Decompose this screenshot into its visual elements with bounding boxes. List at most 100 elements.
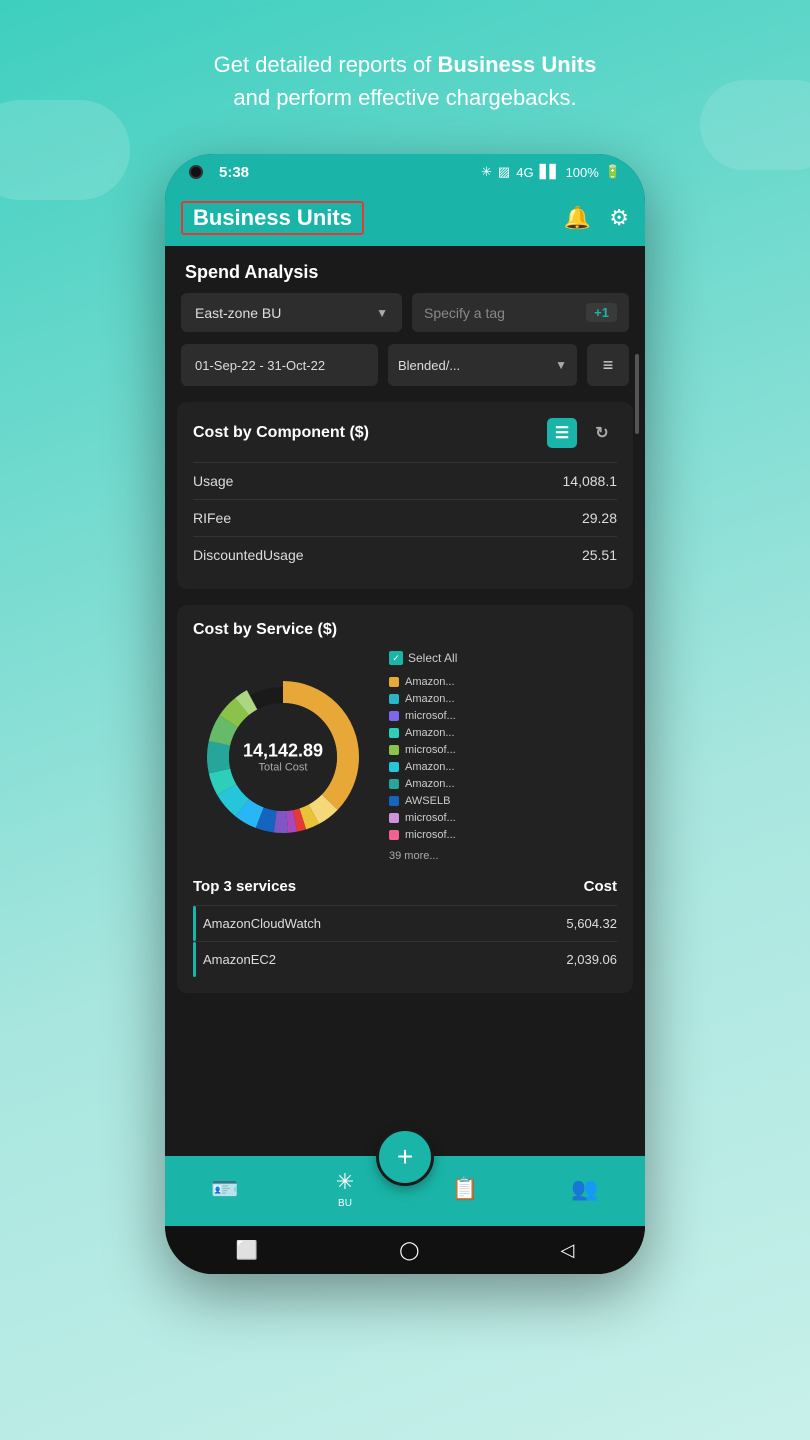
headline-line1: Get detailed reports of Business Units	[214, 52, 597, 77]
legend-color-4	[389, 728, 399, 738]
tag-selector[interactable]: Specify a tag +1	[412, 293, 629, 332]
top-services-title: Top 3 services	[193, 878, 296, 895]
status-bar: 5:38 ✳ ▨ 4G ▋▋ 100% 🔋	[165, 154, 645, 190]
service-cost-cloudwatch: 5,604.32	[566, 916, 617, 931]
bu-nav-icon: ✳	[336, 1169, 354, 1195]
chevron-down-icon: ▼	[376, 306, 388, 320]
card-actions: ☰ ↻	[547, 418, 617, 448]
android-back-button[interactable]: ◁	[561, 1240, 575, 1261]
content-area: Spend Analysis East-zone BU ▼ Specify a …	[165, 246, 645, 1156]
battery-icon: 🔋	[605, 164, 621, 180]
signal-icon: ▨	[498, 164, 510, 180]
filter-row-1: East-zone BU ▼ Specify a tag +1	[181, 293, 629, 332]
menu-button[interactable]: ≡	[587, 344, 629, 386]
donut-total-label: Total Cost	[243, 761, 323, 773]
filters-container: East-zone BU ▼ Specify a tag +1 01-Sep-2…	[165, 293, 645, 386]
signal-bars-icon: ▋▋	[540, 164, 560, 180]
service-name-cloudwatch: AmazonCloudWatch	[193, 916, 321, 931]
cost-label-usage: Usage	[193, 473, 233, 489]
legend-item-10: microsof...	[389, 829, 617, 841]
app-bar-title: Business Units	[181, 201, 364, 235]
network-icon: 4G	[516, 165, 533, 180]
cost-row-rifee: RIFee 29.28	[193, 499, 617, 536]
donut-center-text: 14,142.89 Total Cost	[243, 740, 323, 773]
cost-row-discounted: DiscountedUsage 25.51	[193, 536, 617, 573]
legend-item-5: microsof...	[389, 744, 617, 756]
legend-color-10	[389, 830, 399, 840]
reports-nav-icon: 📋	[451, 1176, 478, 1202]
service-bar-indicator	[193, 906, 196, 941]
headline-line2: and perform effective chargebacks.	[233, 85, 576, 110]
service-row-cloudwatch: AmazonCloudWatch 5,604.32	[193, 905, 617, 941]
bluetooth-icon: ✳	[481, 164, 492, 180]
settings-button[interactable]: ⚙	[609, 205, 629, 231]
legend-item-8: AWSELB	[389, 795, 617, 807]
service-cost-ec2: 2,039.06	[566, 952, 617, 967]
legend-color-8	[389, 796, 399, 806]
app-bar-actions: 🔔 ⚙	[564, 205, 629, 231]
more-legend-items: 39 more...	[389, 850, 617, 862]
top-services-cost-header: Cost	[584, 878, 617, 895]
phone-frame: 5:38 ✳ ▨ 4G ▋▋ 100% 🔋 Business Units 🔔 ⚙…	[165, 154, 645, 1274]
legend-color-2	[389, 694, 399, 704]
cost-row-usage: Usage 14,088.1	[193, 462, 617, 499]
donut-total-value: 14,142.89	[243, 740, 323, 761]
battery-text: 100%	[566, 165, 599, 180]
cloud-decoration-left	[0, 100, 130, 200]
legend-color-1	[389, 677, 399, 687]
users-nav-icon: 👥	[571, 1176, 598, 1202]
service-name-ec2: AmazonEC2	[193, 952, 276, 967]
legend-color-9	[389, 813, 399, 823]
legend-item-4: Amazon...	[389, 727, 617, 739]
nav-item-profile[interactable]: 🪪	[165, 1176, 285, 1202]
refresh-icon[interactable]: ↻	[587, 418, 617, 448]
cloud-decoration-right	[700, 80, 810, 170]
android-home-button[interactable]: ◯	[399, 1240, 419, 1261]
legend-item-9: microsof...	[389, 812, 617, 824]
legend-item-6: Amazon...	[389, 761, 617, 773]
chart-container: 14,142.89 Total Cost ✓ Select All Amazon…	[193, 651, 617, 862]
cost-value-discounted: 25.51	[582, 547, 617, 563]
scroll-indicator	[635, 354, 639, 434]
android-square-button[interactable]: ⬜	[236, 1240, 258, 1261]
service-row-ec2: AmazonEC2 2,039.06	[193, 941, 617, 977]
top-3-services: Top 3 services Cost AmazonCloudWatch 5,6…	[193, 878, 617, 977]
cost-by-component-card: Cost by Component ($) ☰ ↻ Usage 14,088.1…	[177, 402, 633, 589]
cost-by-service-card: Cost by Service ($)	[177, 605, 633, 993]
app-bar: Business Units 🔔 ⚙	[165, 190, 645, 246]
bottom-navigation: 🪪 ✳ BU + 📋 👥	[165, 1156, 645, 1226]
filter-row-2: 01-Sep-22 - 31-Oct-22 Blended/... ▼ ≡	[181, 344, 629, 386]
legend-color-3	[389, 711, 399, 721]
legend-item-7: Amazon...	[389, 778, 617, 790]
cost-value-rifee: 29.28	[582, 510, 617, 526]
nav-item-reports[interactable]: 📋	[405, 1176, 525, 1202]
cost-label-discounted: DiscountedUsage	[193, 547, 304, 563]
nav-item-users[interactable]: 👥	[525, 1176, 645, 1202]
fab-button[interactable]: +	[376, 1128, 434, 1186]
android-navigation: ⬜ ◯ ◁	[165, 1226, 645, 1274]
date-range-picker[interactable]: 01-Sep-22 - 31-Oct-22	[181, 344, 378, 386]
spend-analysis-header: Spend Analysis	[165, 246, 645, 293]
tag-plus-button[interactable]: +1	[586, 303, 617, 322]
select-all-row[interactable]: ✓ Select All	[389, 651, 617, 665]
service-bar-indicator-2	[193, 942, 196, 977]
table-view-icon[interactable]: ☰	[547, 418, 577, 448]
cost-by-service-title: Cost by Service ($)	[193, 621, 617, 639]
legend-color-7	[389, 779, 399, 789]
top-services-header: Top 3 services Cost	[193, 878, 617, 895]
status-icons: ✳ ▨ 4G ▋▋ 100% 🔋	[481, 164, 621, 180]
notification-button[interactable]: 🔔	[564, 205, 591, 231]
camera-dot	[189, 165, 203, 179]
status-time: 5:38	[219, 164, 249, 181]
legend-item-3: microsof...	[389, 710, 617, 722]
legend-color-6	[389, 762, 399, 772]
legend-item-2: Amazon...	[389, 693, 617, 705]
cost-by-component-title: Cost by Component ($) ☰ ↻	[193, 418, 617, 448]
select-all-checkbox[interactable]: ✓	[389, 651, 403, 665]
blend-dropdown[interactable]: Blended/... ▼	[388, 344, 577, 386]
bu-dropdown[interactable]: East-zone BU ▼	[181, 293, 402, 332]
bu-nav-label: BU	[338, 1198, 352, 1209]
cost-label-rifee: RIFee	[193, 510, 231, 526]
profile-nav-icon: 🪪	[211, 1176, 238, 1202]
cost-value-usage: 14,088.1	[563, 473, 618, 489]
